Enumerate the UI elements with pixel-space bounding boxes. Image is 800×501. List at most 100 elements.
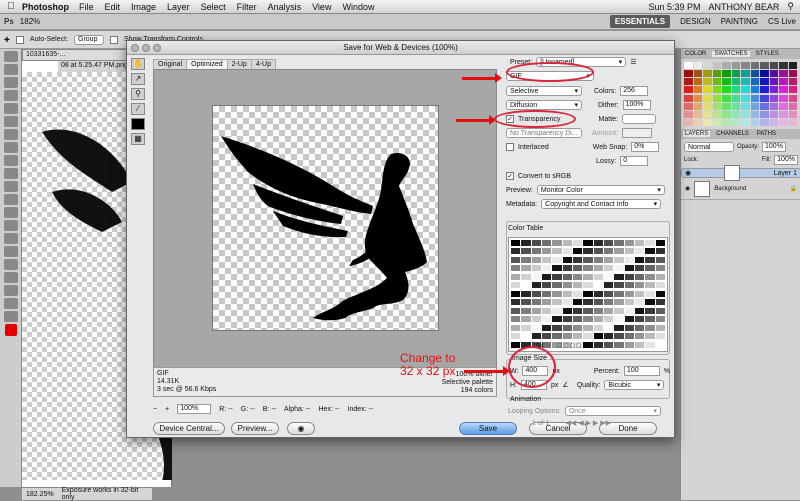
color-table-cell[interactable] <box>541 240 552 246</box>
swatch-cell[interactable] <box>731 78 740 86</box>
swatch-cell[interactable] <box>722 94 731 102</box>
marquee-tool-icon[interactable] <box>3 64 18 75</box>
swatch-cell[interactable] <box>769 62 778 69</box>
swatch-cell[interactable] <box>731 118 740 126</box>
color-table-cell[interactable] <box>603 290 614 297</box>
tab-channels[interactable]: CHANNELS <box>714 131 751 137</box>
color-table-cell[interactable] <box>521 282 531 289</box>
swatch-cell[interactable] <box>712 62 721 69</box>
swatch-cell[interactable] <box>750 78 759 86</box>
color-table-cell[interactable] <box>511 316 521 323</box>
eye-icon[interactable]: ◉ <box>685 169 691 177</box>
color-table-cell[interactable] <box>521 240 531 246</box>
swatch-cell[interactable] <box>731 110 740 118</box>
swatch-cell[interactable] <box>741 118 750 126</box>
apple-icon[interactable]:  <box>0 1 22 12</box>
color-table-cell[interactable] <box>645 273 655 280</box>
color-table-cell[interactable] <box>614 248 624 255</box>
percent-input[interactable]: 100 <box>623 366 660 376</box>
color-table-cell[interactable] <box>562 282 572 289</box>
healing-tool-icon[interactable] <box>3 129 18 140</box>
color-table-cell[interactable] <box>583 316 593 323</box>
swatch-cell[interactable] <box>703 102 712 110</box>
toggle-slices-icon[interactable]: ▦ <box>131 133 145 145</box>
color-table-cell[interactable] <box>624 333 634 340</box>
color-table-cell[interactable] <box>511 307 521 314</box>
swatch-cell[interactable] <box>788 86 797 94</box>
preview-button[interactable]: Preview... <box>231 422 279 435</box>
swatch-cell[interactable] <box>769 94 778 102</box>
color-table-cell[interactable] <box>511 290 521 297</box>
color-table-cell[interactable] <box>562 265 572 272</box>
color-table-cell[interactable] <box>593 290 603 297</box>
color-table-cell[interactable] <box>655 265 665 272</box>
dodge-tool-icon[interactable] <box>3 220 18 231</box>
swatch-cell[interactable] <box>703 70 712 78</box>
color-table-cell[interactable] <box>572 248 583 255</box>
preview-area[interactable] <box>153 69 497 383</box>
color-table-cell[interactable] <box>521 290 531 297</box>
color-table-cell[interactable] <box>572 240 583 246</box>
swatch-cell[interactable] <box>712 110 721 118</box>
swatch-cell[interactable] <box>779 102 788 110</box>
color-table-cell[interactable] <box>572 333 583 340</box>
type-tool-icon[interactable] <box>3 246 18 257</box>
swatch-cell[interactable] <box>750 86 759 94</box>
color-table-cell[interactable] <box>634 290 645 297</box>
color-table-cell[interactable] <box>562 273 572 280</box>
swatch-cell[interactable] <box>693 94 702 102</box>
hand-tool-icon[interactable] <box>3 298 18 309</box>
swatch-cell[interactable] <box>788 62 797 69</box>
color-table-cell[interactable] <box>655 240 665 246</box>
blur-tool-icon[interactable] <box>3 207 18 218</box>
color-table-cell[interactable] <box>655 316 665 323</box>
color-table-cell[interactable] <box>541 333 552 340</box>
quick-select-tool-icon[interactable] <box>3 90 18 101</box>
color-table-cell[interactable] <box>603 240 614 246</box>
color-table-cell[interactable] <box>655 273 665 280</box>
color-table-cell[interactable] <box>531 248 541 255</box>
settings-menu-icon[interactable]: ☰ <box>630 58 636 66</box>
gradient-tool-icon[interactable] <box>3 194 18 205</box>
swatch-cell[interactable] <box>684 118 693 126</box>
swatch-cell[interactable] <box>712 94 721 102</box>
color-table-cell[interactable] <box>531 324 541 331</box>
color-table-cell[interactable] <box>521 248 531 255</box>
swatch-cell[interactable] <box>693 118 702 126</box>
color-table-cell[interactable] <box>603 282 614 289</box>
color-table-cell[interactable] <box>511 282 521 289</box>
color-table-cell[interactable] <box>521 299 531 306</box>
swatch-cell[interactable] <box>712 118 721 126</box>
color-table-cell[interactable] <box>614 341 624 348</box>
color-table-cell[interactable] <box>583 290 593 297</box>
color-table-cell[interactable] <box>645 316 655 323</box>
color-table-cell[interactable] <box>593 248 603 255</box>
color-table-cell[interactable] <box>634 256 645 263</box>
color-table-cell[interactable] <box>624 290 634 297</box>
swatch-cell[interactable] <box>741 94 750 102</box>
color-table-cell[interactable] <box>655 256 665 263</box>
color-table-cell[interactable] <box>511 299 521 306</box>
swatch-cell[interactable] <box>788 102 797 110</box>
tab-color[interactable]: COLOR <box>683 51 708 57</box>
color-table-cell[interactable] <box>645 324 655 331</box>
swatch-cell[interactable] <box>750 118 759 126</box>
color-table-cell[interactable] <box>521 307 531 314</box>
color-table-cell[interactable] <box>521 256 531 263</box>
swatch-cell[interactable] <box>684 78 693 86</box>
amount-input[interactable] <box>622 128 653 138</box>
interlaced-checkbox[interactable] <box>506 143 514 151</box>
shape-tool-icon[interactable] <box>3 272 18 283</box>
color-table-cell[interactable] <box>552 290 562 297</box>
swatch-cell[interactable] <box>750 94 759 102</box>
eye-icon[interactable]: ◉ <box>685 185 690 192</box>
color-table-cell[interactable] <box>572 282 583 289</box>
color-table-cell[interactable] <box>603 307 614 314</box>
color-table-cell[interactable] <box>603 333 614 340</box>
color-table-cell[interactable] <box>624 307 634 314</box>
color-table-cell[interactable] <box>603 248 614 255</box>
color-table-cell[interactable] <box>645 265 655 272</box>
color-table-cell[interactable] <box>634 316 645 323</box>
swatch-cell[interactable] <box>731 94 740 102</box>
color-table-cell[interactable] <box>655 333 665 340</box>
